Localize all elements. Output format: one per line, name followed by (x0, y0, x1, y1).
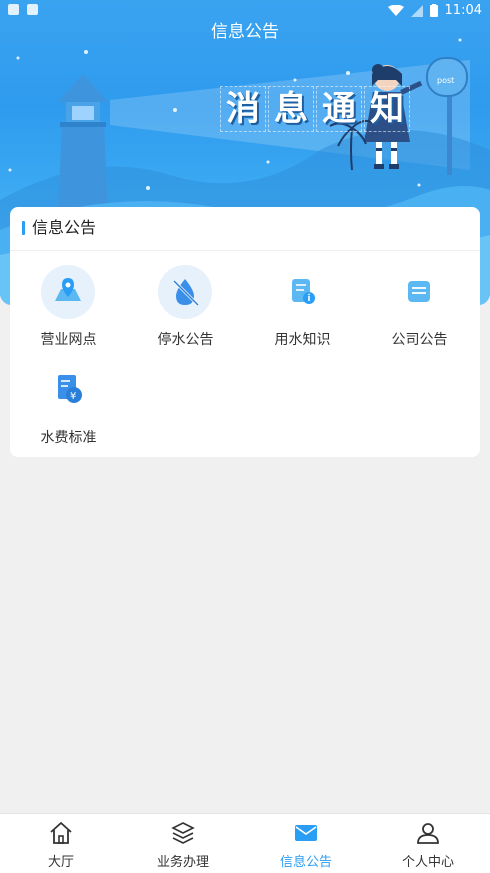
tile-water-fee-standard[interactable]: ¥ 水费标准 (10, 363, 127, 453)
mail-icon (295, 825, 317, 841)
svg-text:post: post (437, 76, 454, 85)
clock: 11:04 (444, 3, 482, 18)
title-accent-bar (22, 221, 25, 235)
tile-water-outage[interactable]: 停水公告 (127, 265, 244, 355)
tab-notices[interactable]: 信息公告 (245, 814, 367, 873)
tile-label: 水费标准 (40, 430, 97, 446)
tab-label: 大厅 (47, 855, 74, 870)
signal-icon (410, 4, 423, 17)
tile-company-notice[interactable]: 公司公告 (361, 265, 478, 355)
home-icon (50, 822, 72, 844)
bill-yen-icon: ¥ (41, 363, 95, 417)
map-pin-icon (41, 265, 95, 319)
tile-water-knowledge[interactable]: 用水知识 (244, 265, 361, 355)
tab-profile[interactable]: 个人中心 (367, 814, 489, 873)
document-info-icon (275, 265, 329, 319)
tile-label: 用水知识 (274, 332, 331, 348)
wifi-icon (387, 4, 404, 16)
user-icon (417, 823, 439, 844)
lighthouse-icon (58, 74, 108, 210)
water-drop-off-icon (158, 265, 212, 319)
bottom-tab-bar: 大厅 业务办理 信息公告 个人中心 (0, 813, 490, 873)
notification-icon (8, 4, 19, 15)
banner-headline: 消 息 通 知 (220, 86, 410, 132)
svg-text:¥: ¥ (70, 391, 76, 402)
card-title: 信息公告 (32, 218, 97, 237)
status-bar: 11:04 (0, 0, 490, 22)
tile-label: 停水公告 (157, 332, 214, 348)
tab-label: 个人中心 (401, 855, 454, 870)
tile-label: 公司公告 (391, 332, 448, 348)
tab-hall[interactable]: 大厅 (0, 814, 122, 873)
notice-card-icon (392, 265, 446, 319)
tab-business[interactable]: 业务办理 (122, 814, 244, 873)
tab-label: 业务办理 (156, 855, 209, 870)
tab-label: 信息公告 (279, 855, 332, 870)
info-card: 信息公告 营业网点 停水公告 用水知识 公司公告 ¥ 水费标准 (10, 207, 480, 457)
tile-service-outlets[interactable]: 营业网点 (10, 265, 127, 355)
app-notification-icon (27, 4, 38, 15)
battery-icon (429, 4, 438, 17)
page-title: 信息公告 (211, 22, 279, 42)
tile-label: 营业网点 (40, 332, 97, 348)
layers-icon (171, 822, 195, 844)
card-header: 信息公告 (10, 207, 480, 251)
